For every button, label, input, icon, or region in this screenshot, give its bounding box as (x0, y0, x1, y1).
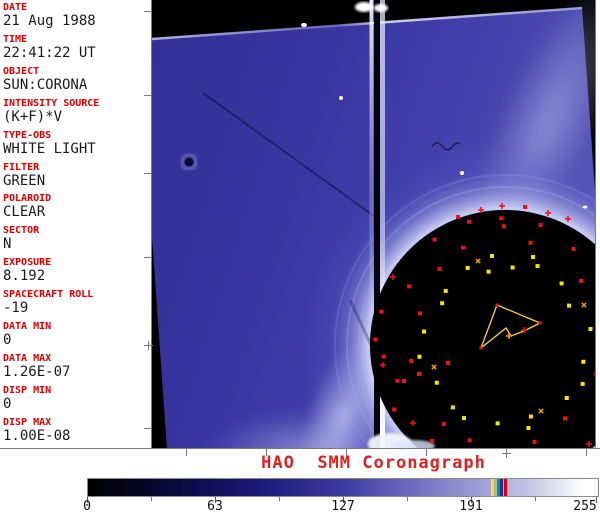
calib-dot (379, 309, 384, 314)
calib-dot (461, 416, 466, 421)
calib-dot (392, 407, 397, 412)
colorbar-stripe (504, 479, 507, 496)
bottom-axis (0, 448, 600, 449)
calib-dot (450, 405, 455, 410)
colorbar-minor-tick (535, 497, 536, 501)
colorbar-tick-label: 191 (459, 499, 483, 512)
left-tick (144, 173, 152, 174)
colorbar-minor-tick (279, 497, 280, 501)
pylon-top-flare (355, 2, 373, 12)
calib-dot (441, 422, 446, 427)
calib-dot (486, 269, 491, 274)
calib-dot (531, 255, 535, 259)
pylon-left-highlight (369, 0, 374, 448)
calib-dot (499, 216, 504, 221)
calib-dot (538, 321, 542, 325)
calib-dot (532, 439, 537, 444)
calib-dot (528, 414, 533, 419)
plot-title: HAO SMM Coronagraph (261, 453, 486, 473)
pylon-top-flare (374, 4, 388, 12)
calib-dot (535, 264, 540, 269)
calib-dot (467, 219, 472, 224)
calib-dot (564, 396, 569, 401)
left-tick (144, 257, 152, 258)
calib-dot (588, 327, 593, 332)
calib-dot (571, 246, 576, 251)
calib-dot (495, 421, 500, 426)
calib-dot (562, 416, 567, 421)
left-tick (144, 95, 152, 96)
calib-dot (578, 278, 583, 283)
colorbar-stripe (491, 479, 494, 496)
coronagraph-image-canvas (152, 0, 600, 448)
colorbar-stripe (500, 479, 503, 496)
right-axis (595, 0, 596, 449)
calib-dot (434, 380, 439, 385)
intensity-colorbar (87, 478, 599, 497)
left-tick (144, 11, 152, 12)
colorbar-minor-tick (407, 497, 408, 501)
calib-dot (440, 301, 445, 306)
colorbar-minor-tick (151, 497, 152, 501)
calib-dot (580, 381, 585, 386)
smm-coronagraph-viewer: DATE 21 Aug 1988 TIME 22:41:22 UT OBJECT SUN:… (0, 0, 600, 512)
calib-dot (406, 284, 411, 289)
left-axis (151, 0, 152, 449)
colorbar-tick-label: 255 (573, 499, 597, 512)
colorbar-tick-label: 63 (207, 499, 223, 512)
calib-dot (460, 245, 465, 250)
calib-dot (526, 426, 531, 431)
calib-dot (538, 222, 543, 227)
calib-dot (495, 303, 499, 307)
calib-dot (567, 303, 572, 308)
calib-dot (443, 288, 448, 293)
calib-dot (490, 254, 494, 258)
calib-dot (381, 354, 386, 359)
colorbar-tick-label: 0 (83, 499, 91, 512)
colorbar-tick-label: 127 (331, 499, 355, 512)
calib-dot (373, 337, 378, 342)
calib-dot (446, 361, 450, 365)
calib-dot (559, 281, 564, 286)
calib-dot (437, 266, 442, 271)
left-tick (144, 428, 152, 429)
calib-dot (581, 359, 586, 364)
calib-dot (417, 372, 421, 376)
calib-dot (596, 423, 600, 427)
calib-dot (430, 439, 434, 443)
calib-dot (422, 329, 427, 334)
calib-dot (395, 378, 400, 383)
calib-dot (479, 346, 483, 350)
calib-dot (523, 205, 527, 209)
left-plus-tick (148, 341, 149, 350)
calib-dot (528, 240, 533, 245)
calib-dot (456, 215, 460, 219)
calib-dot (417, 354, 422, 359)
calib-dot (467, 438, 472, 443)
calib-dot (432, 237, 437, 242)
calib-dot (510, 265, 515, 270)
calib-dot (402, 379, 406, 383)
calib-dot (465, 265, 470, 270)
calib-dot (409, 358, 414, 363)
calib-dot (502, 224, 507, 229)
calib-dot (418, 311, 423, 316)
